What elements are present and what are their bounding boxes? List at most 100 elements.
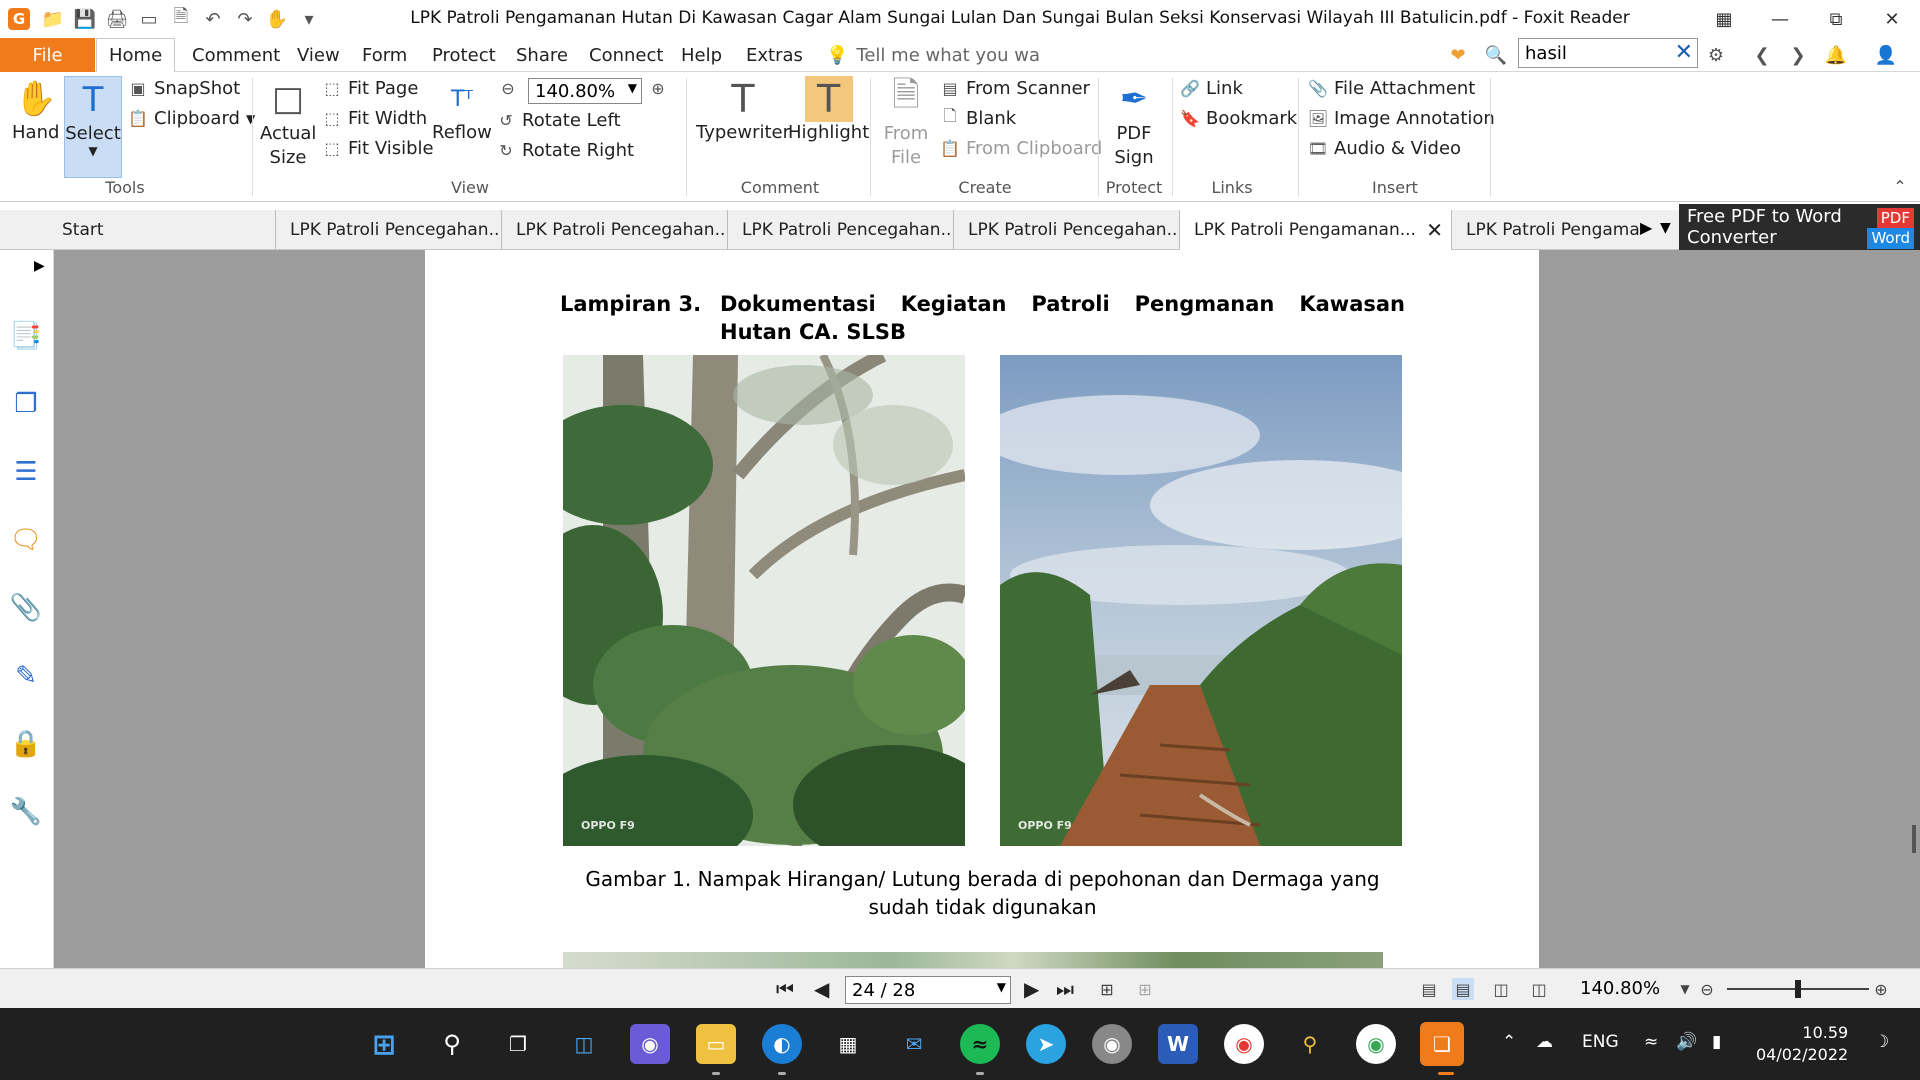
find-input[interactable]: hasil ✕ bbox=[1518, 38, 1698, 68]
close-tab-icon[interactable]: ✕ bbox=[1426, 218, 1443, 242]
reflow-button[interactable]: Tᵀ Reflow bbox=[432, 76, 492, 144]
link-button[interactable]: 🔗 Link bbox=[1180, 78, 1243, 99]
tab-scroll-right-icon[interactable]: ▶ bbox=[1640, 218, 1652, 237]
typewriter-button[interactable]: T Typewriter bbox=[696, 76, 790, 143]
last-page-icon[interactable]: ⏭ bbox=[1056, 977, 1074, 1001]
zoom-select[interactable]: 140.80% ▼ bbox=[528, 78, 642, 104]
pdf-sign-button[interactable]: ✒ PDF Sign bbox=[1108, 76, 1160, 170]
vertical-scrollbar[interactable] bbox=[1912, 825, 1916, 853]
tab-protect[interactable]: Protect bbox=[432, 38, 496, 72]
settings-gear-icon[interactable]: ⚙ bbox=[1702, 42, 1730, 68]
vpn-pro-icon[interactable]: ◉ bbox=[1092, 1024, 1132, 1064]
file-explorer-icon[interactable]: ▭ bbox=[696, 1024, 736, 1064]
collapse-ribbon-icon[interactable]: ⌃ bbox=[1890, 176, 1910, 196]
from-file-button[interactable]: 🗎 From File bbox=[880, 75, 932, 170]
foxit-taskbar-icon[interactable]: ❏ bbox=[1420, 1022, 1464, 1066]
notification-moon-icon[interactable]: ☽ bbox=[1874, 1032, 1889, 1052]
word-app-icon[interactable]: W bbox=[1158, 1024, 1198, 1064]
tab-form[interactable]: Form bbox=[362, 38, 407, 72]
tab-share[interactable]: Share bbox=[516, 38, 568, 72]
hand-tool-button[interactable]: ✋ Hand bbox=[12, 76, 59, 143]
highlight-button[interactable]: T Highlight bbox=[788, 76, 869, 143]
select-tool-button[interactable]: T Select ▼ bbox=[64, 76, 122, 178]
previous-result-icon[interactable]: ❮ bbox=[1748, 42, 1776, 68]
continuous-view-icon[interactable]: ▤ bbox=[1452, 978, 1474, 1000]
from-scanner-button[interactable]: ▤ From Scanner bbox=[940, 78, 1090, 99]
widgets-icon[interactable]: ◫ bbox=[564, 1024, 604, 1064]
previous-page-icon[interactable]: ◀ bbox=[814, 977, 829, 1001]
properties-tool-icon[interactable]: 🔧 bbox=[10, 796, 42, 828]
zoom-slider-thumb[interactable] bbox=[1795, 980, 1801, 998]
fit-width-button[interactable]: ⬚ Fit Width bbox=[322, 108, 427, 129]
search-folder-icon[interactable]: 🔍 bbox=[1482, 42, 1510, 68]
doc-tab-active[interactable]: LPK Patroli Pengamanan... ✕ bbox=[1180, 210, 1452, 250]
facing-view-icon[interactable]: ◫ bbox=[1490, 978, 1512, 1000]
single-page-view-icon[interactable]: ▤ bbox=[1418, 978, 1440, 1000]
comments-panel-icon[interactable]: 🗨 bbox=[10, 524, 43, 556]
heart-icon[interactable]: ❤ bbox=[1444, 42, 1472, 68]
tab-home[interactable]: Home bbox=[96, 38, 176, 73]
doc-tab[interactable]: LPK Patroli Pengamar bbox=[1452, 210, 1640, 250]
previous-view-icon[interactable]: ⊞ bbox=[1096, 978, 1118, 1000]
language-indicator[interactable]: ENG bbox=[1582, 1032, 1619, 1052]
telegram-icon[interactable]: ➤ bbox=[1026, 1024, 1066, 1064]
search-icon[interactable]: ⚲ bbox=[432, 1024, 472, 1064]
notification-bell-icon[interactable]: 🔔 bbox=[1822, 42, 1850, 68]
tab-comment[interactable]: Comment bbox=[192, 38, 280, 72]
edge-browser-icon[interactable]: ◐ bbox=[762, 1024, 802, 1064]
onedrive-cloud-icon[interactable]: ☁ bbox=[1536, 1032, 1553, 1052]
audio-video-button[interactable]: 🎞 Audio & Video bbox=[1308, 138, 1461, 159]
restore-button[interactable]: ⧉ bbox=[1808, 0, 1864, 38]
task-view-icon[interactable]: ❐ bbox=[498, 1024, 538, 1064]
tell-me-search[interactable]: 💡 Tell me what you wa bbox=[826, 45, 1040, 66]
security-lock-icon[interactable]: 🔒 bbox=[10, 728, 42, 760]
snapshot-button[interactable]: ▣ SnapShot bbox=[128, 78, 240, 99]
zoom-slider[interactable] bbox=[1727, 980, 1869, 998]
ribbon-display-icon[interactable]: ▦ bbox=[1696, 0, 1752, 38]
tab-view[interactable]: View bbox=[297, 38, 340, 72]
chrome-profile-icon[interactable]: ◉ bbox=[1356, 1024, 1396, 1064]
tab-extras[interactable]: Extras bbox=[746, 38, 803, 72]
zoom-dropdown-icon[interactable]: ▼ bbox=[1674, 978, 1696, 1000]
layers-panel-icon[interactable]: ☰ bbox=[10, 456, 42, 488]
rotate-right-button[interactable]: ↻ Rotate Right bbox=[496, 140, 634, 161]
teams-chat-icon[interactable]: ◉ bbox=[630, 1024, 670, 1064]
minimize-button[interactable]: — bbox=[1752, 0, 1808, 38]
zoom-in-button[interactable]: ⊕ bbox=[1870, 978, 1892, 1000]
page-number-input[interactable]: 24 / 28 ▼ bbox=[845, 976, 1011, 1004]
attachments-panel-icon[interactable]: 📎 bbox=[10, 592, 42, 624]
spotify-icon[interactable]: ≈ bbox=[960, 1024, 1000, 1064]
doc-tab[interactable]: LPK Patroli Pencegahan... bbox=[954, 210, 1180, 250]
pdf-to-word-promo[interactable]: Free PDF to Word Converter PDF Word bbox=[1679, 204, 1920, 250]
fit-page-button[interactable]: ⬚ Fit Page bbox=[322, 78, 418, 99]
tab-list-dropdown-icon[interactable]: ▼ bbox=[1660, 220, 1671, 236]
expand-panel-icon[interactable]: ▶ bbox=[34, 258, 45, 274]
zoom-percentage[interactable]: 140.80% bbox=[1580, 978, 1660, 999]
chrome-icon[interactable]: ◉ bbox=[1224, 1024, 1264, 1064]
bookmarks-panel-icon[interactable]: 📑 bbox=[10, 320, 42, 352]
blank-button[interactable]: 🗋 Blank bbox=[940, 106, 1017, 129]
tab-help[interactable]: Help bbox=[681, 38, 722, 72]
show-hidden-icons-icon[interactable]: ⌃ bbox=[1502, 1032, 1516, 1052]
image-annotation-button[interactable]: 🖼 Image Annotation bbox=[1308, 108, 1495, 129]
next-result-icon[interactable]: ❯ bbox=[1784, 42, 1812, 68]
doc-tab[interactable]: LPK Patroli Pencegahan... bbox=[276, 210, 502, 250]
next-page-icon[interactable]: ▶ bbox=[1024, 977, 1039, 1001]
rotate-left-button[interactable]: ↺ Rotate Left bbox=[496, 110, 620, 131]
pages-panel-icon[interactable]: ❐ bbox=[10, 388, 42, 420]
close-button[interactable]: ✕ bbox=[1864, 0, 1920, 38]
zoom-out-button[interactable]: ⊖ bbox=[1696, 978, 1718, 1000]
battery-icon[interactable]: ▮ bbox=[1712, 1032, 1721, 1052]
zoom-out-icon[interactable]: ⊖ bbox=[498, 78, 518, 98]
system-clock[interactable]: 10.59 04/02/2022 bbox=[1756, 1022, 1848, 1066]
doc-tab[interactable]: LPK Patroli Pencegahan... bbox=[502, 210, 728, 250]
tab-file[interactable]: File bbox=[0, 38, 95, 72]
first-page-icon[interactable]: ⏮ bbox=[776, 977, 794, 1001]
microsoft-store-icon[interactable]: ▦ bbox=[828, 1024, 868, 1064]
clear-search-icon[interactable]: ✕ bbox=[1675, 40, 1693, 65]
user-account-icon[interactable]: 👤 bbox=[1872, 42, 1900, 68]
doc-tab[interactable]: LPK Patroli Pencegahan... bbox=[728, 210, 954, 250]
magnifier-app-icon[interactable]: ⚲ bbox=[1290, 1024, 1330, 1064]
clipboard-button[interactable]: 📋 Clipboard ▼ bbox=[128, 108, 255, 129]
fit-visible-button[interactable]: ⬚ Fit Visible bbox=[322, 138, 433, 159]
